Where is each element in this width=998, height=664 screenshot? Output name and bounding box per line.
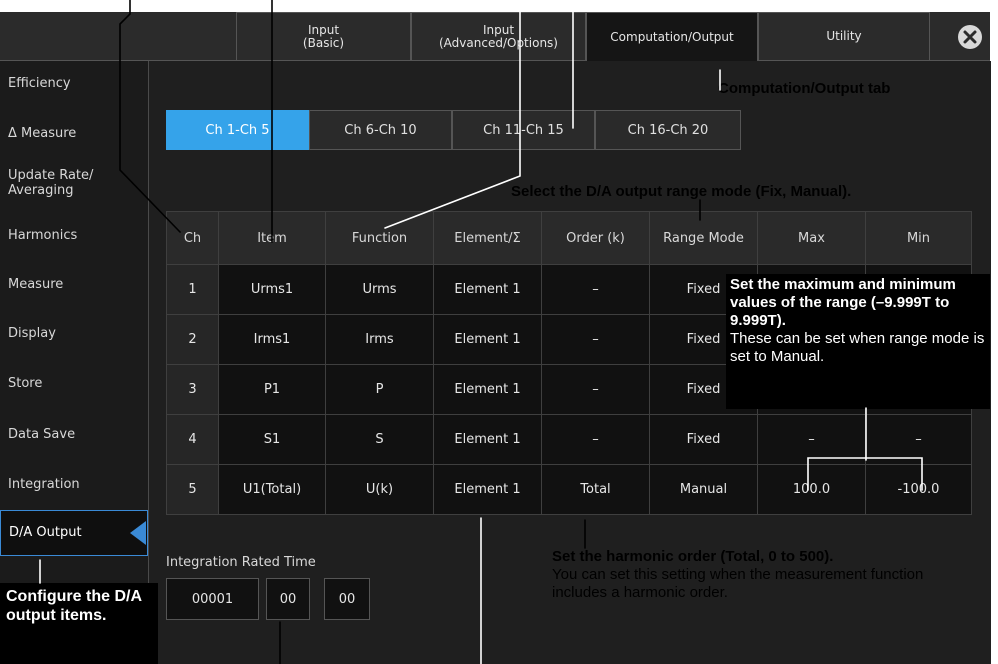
- header-max: Max: [757, 211, 866, 265]
- min-cell[interactable]: –: [865, 414, 972, 465]
- tab-computation-output[interactable]: Computation/Output: [586, 12, 758, 61]
- element-cell[interactable]: Element 1: [433, 314, 542, 365]
- sidebar-item-data-save[interactable]: Data Save: [0, 427, 148, 442]
- annotation-range-mode: Select the D/A output range mode (Fix, M…: [511, 183, 852, 200]
- max-cell[interactable]: 100.0: [757, 464, 866, 515]
- ch-number: 5: [166, 464, 219, 515]
- element-cell[interactable]: Element 1: [433, 264, 542, 315]
- annotation-configure: Configure the D/A output items.: [6, 588, 142, 624]
- ch-number: 1: [166, 264, 219, 315]
- integration-rated-time-label: Integration Rated Time: [166, 555, 316, 570]
- integration-hours-field[interactable]: 00001: [166, 578, 259, 620]
- sidebar: [0, 61, 148, 664]
- function-cell[interactable]: Irms: [325, 314, 434, 365]
- item-cell[interactable]: Urms1: [218, 264, 326, 315]
- header-range-mode: Range Mode: [649, 211, 758, 265]
- sidebar-item-efficiency[interactable]: Efficiency: [0, 76, 148, 91]
- item-cell[interactable]: P1: [218, 364, 326, 415]
- sidebar-item-integration[interactable]: Integration: [0, 477, 148, 492]
- header-order: Order (k): [541, 211, 650, 265]
- order-cell[interactable]: –: [541, 364, 650, 415]
- annotation-order: Set the harmonic order (Total, 0 to 500)…: [552, 548, 972, 602]
- annotation-max-min-bold: Set the maximum and minimum values of th…: [730, 276, 956, 329]
- sidebar-item-measure[interactable]: Measure: [0, 277, 148, 292]
- function-cell[interactable]: P: [325, 364, 434, 415]
- header-item: Item: [218, 211, 326, 265]
- order-cell[interactable]: –: [541, 414, 650, 465]
- element-cell[interactable]: Element 1: [433, 364, 542, 415]
- sidebar-item-da-output[interactable]: D/A Output: [0, 510, 148, 556]
- ch-number: 2: [166, 314, 219, 365]
- tab-input-basic[interactable]: Input (Basic): [236, 12, 411, 61]
- table-row: 4 S1 S Element 1 – Fixed – –: [166, 414, 972, 465]
- ch-number: 4: [166, 414, 219, 465]
- channel-tab-1-5[interactable]: Ch 1-Ch 5: [166, 110, 309, 150]
- header-ch: Ch: [166, 211, 219, 265]
- item-cell[interactable]: U1(Total): [218, 464, 326, 515]
- header-function: Function: [325, 211, 434, 265]
- annotation-order-bold: Set the harmonic order (Total, 0 to 500)…: [552, 548, 834, 565]
- order-cell[interactable]: –: [541, 264, 650, 315]
- annotation-order-normal: You can set this setting when the measur…: [552, 566, 924, 601]
- tab-utility[interactable]: Utility: [758, 12, 930, 61]
- close-icon[interactable]: [958, 25, 982, 49]
- integration-minutes-field[interactable]: 00: [266, 578, 310, 620]
- sidebar-item-update-rate[interactable]: Update Rate/ Averaging: [0, 168, 148, 198]
- item-cell[interactable]: Irms1: [218, 314, 326, 365]
- order-cell[interactable]: Total: [541, 464, 650, 515]
- header-min: Min: [865, 211, 972, 265]
- range-mode-cell[interactable]: Manual: [649, 464, 758, 515]
- annotation-tab: Computation/Output tab: [718, 80, 891, 97]
- annotation-max-min-normal: These can be set when range mode is set …: [730, 330, 985, 365]
- tab-input-advanced[interactable]: Input (Advanced/Options): [411, 12, 586, 61]
- function-cell[interactable]: U(k): [325, 464, 434, 515]
- sidebar-item-store[interactable]: Store: [0, 376, 148, 391]
- element-cell[interactable]: Element 1: [433, 464, 542, 515]
- min-cell[interactable]: -100.0: [865, 464, 972, 515]
- annotation-max-min-box: Set the maximum and minimum values of th…: [726, 274, 990, 409]
- function-cell[interactable]: Urms: [325, 264, 434, 315]
- function-cell[interactable]: S: [325, 414, 434, 465]
- channel-tab-11-15[interactable]: Ch 11-Ch 15: [452, 110, 595, 150]
- header-element: Element/Σ: [433, 211, 542, 265]
- table-header-row: Ch Item Function Element/Σ Order (k) Ran…: [166, 211, 972, 265]
- order-cell[interactable]: –: [541, 314, 650, 365]
- range-mode-cell[interactable]: Fixed: [649, 414, 758, 465]
- sidebar-item-harmonics[interactable]: Harmonics: [0, 228, 148, 243]
- sidebar-item-delta-measure[interactable]: Δ Measure: [0, 126, 148, 141]
- ch-number: 3: [166, 364, 219, 415]
- item-cell[interactable]: S1: [218, 414, 326, 465]
- integration-seconds-field[interactable]: 00: [324, 578, 370, 620]
- max-cell[interactable]: –: [757, 414, 866, 465]
- channel-tab-6-10[interactable]: Ch 6-Ch 10: [309, 110, 452, 150]
- channel-tab-16-20[interactable]: Ch 16-Ch 20: [595, 110, 741, 150]
- tab-bar-blank: [0, 12, 236, 61]
- active-indicator-icon: [130, 521, 146, 545]
- table-row: 5 U1(Total) U(k) Element 1 Total Manual …: [166, 464, 972, 515]
- annotation-configure-box: Configure the D/A output items.: [0, 583, 158, 664]
- sidebar-item-display[interactable]: Display: [0, 326, 148, 341]
- element-cell[interactable]: Element 1: [433, 414, 542, 465]
